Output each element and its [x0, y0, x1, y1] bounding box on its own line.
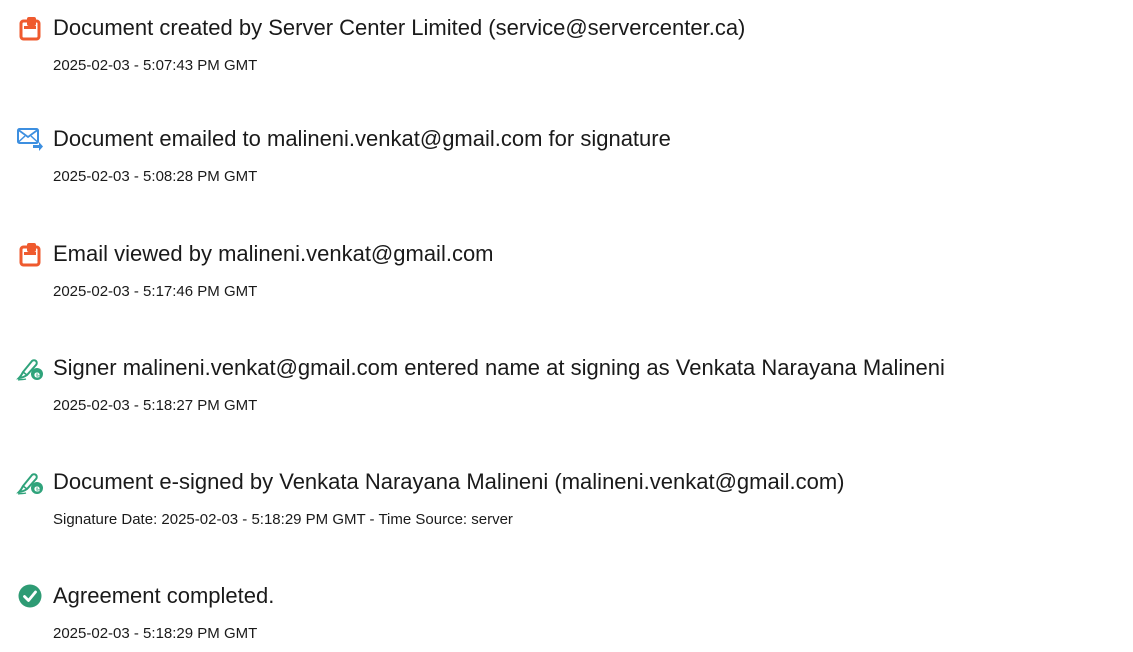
event-timestamp: 2025-02-03 - 5:17:46 PM GMT — [53, 283, 258, 300]
event-title: Document e-signed by Venkata Narayana Ma… — [53, 469, 845, 494]
document-viewed-icon — [16, 240, 44, 268]
event-title: Email viewed by malineni.venkat@gmail.co… — [53, 241, 494, 266]
email-sent-icon — [16, 125, 44, 153]
event-timestamp: 2025-02-03 - 5:18:27 PM GMT — [53, 397, 258, 414]
check-circle-icon — [16, 582, 44, 610]
audit-event-viewed: Email viewed by malineni.venkat@gmail.co… — [0, 240, 1133, 310]
event-title: Signer malineni.venkat@gmail.com entered… — [53, 355, 945, 380]
signer-pen-icon: e — [16, 354, 44, 382]
event-title: Document emailed to malineni.venkat@gmai… — [53, 126, 671, 151]
event-title: Document created by Server Center Limite… — [53, 15, 746, 40]
event-timestamp: 2025-02-03 - 5:08:28 PM GMT — [53, 168, 258, 185]
svg-text:e: e — [34, 371, 40, 381]
event-title: Agreement completed. — [53, 583, 275, 608]
audit-event-completed: Agreement completed. 2025-02-03 - 5:18:2… — [0, 582, 1133, 652]
event-timestamp: 2025-02-03 - 5:07:43 PM GMT — [53, 57, 258, 74]
audit-event-emailed: Document emailed to malineni.venkat@gmai… — [0, 125, 1133, 195]
audit-event-signer-name: e Signer malineni.venkat@gmail.com enter… — [0, 354, 1133, 424]
event-timestamp: Signature Date: 2025-02-03 - 5:18:29 PM … — [53, 511, 513, 528]
svg-text:e: e — [34, 485, 40, 495]
audit-event-created: Document created by Server Center Limite… — [0, 14, 1133, 84]
document-created-icon — [16, 14, 44, 42]
event-timestamp: 2025-02-03 - 5:18:29 PM GMT — [53, 625, 258, 642]
audit-event-e-signed: e Document e-signed by Venkata Narayana … — [0, 468, 1133, 538]
e-signed-pen-icon: e — [16, 468, 44, 496]
